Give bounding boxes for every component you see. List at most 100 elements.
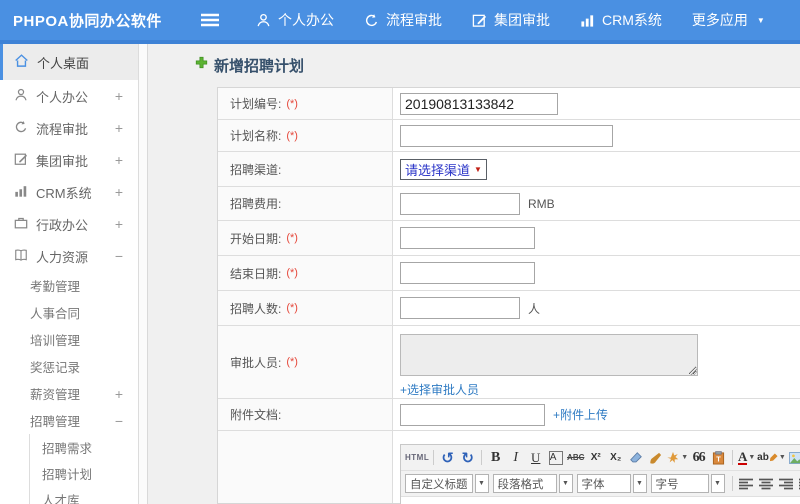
expand-toggle[interactable]: + xyxy=(115,216,123,232)
caret-down-icon[interactable]: ▼ xyxy=(474,474,489,493)
caret-down-icon: ▼ xyxy=(756,15,765,25)
sidebar-item-talent-pool[interactable]: 人才库 xyxy=(30,486,138,504)
brush-icon[interactable] xyxy=(646,448,665,468)
required-mark: (*) xyxy=(286,302,298,314)
app-logo[interactable]: PHPOA协同办公软件 xyxy=(0,10,188,31)
remove-format-button[interactable]: A xyxy=(548,450,563,465)
expand-toggle[interactable]: + xyxy=(115,88,123,104)
channel-select[interactable]: 请选择渠道 ▼ xyxy=(400,158,487,180)
highlight-color-button[interactable]: ab ▼ xyxy=(757,448,786,468)
align-left-icon[interactable] xyxy=(737,474,756,494)
paragraph-dropdown[interactable]: 段落格式 ▼ xyxy=(492,474,573,493)
align-right-icon[interactable] xyxy=(777,474,796,494)
sidebar-item-hr-contract[interactable]: 人事合同 xyxy=(0,299,138,326)
editor-content-area[interactable] xyxy=(401,497,800,504)
sidebar-splitter[interactable] xyxy=(139,44,148,504)
form-row-editor: HTML ↺ ↻ B I U A ABC X² X₂ ▼ 66 T A ▼ ab… xyxy=(218,431,800,504)
select-approver-link[interactable]: +选择审批人员 xyxy=(400,381,479,398)
approver-textarea[interactable] xyxy=(400,334,698,376)
collapse-toggle[interactable]: − xyxy=(115,248,123,264)
nav-workflow-approval[interactable]: 流程审批 xyxy=(364,10,442,30)
sidebar-item-workflow-approval[interactable]: 流程审批 + xyxy=(0,112,138,144)
caret-down-icon[interactable]: ▼ xyxy=(558,474,573,493)
expand-toggle[interactable]: + xyxy=(115,386,123,402)
start-date-label: 开始日期: xyxy=(230,231,282,246)
source-code-button[interactable]: HTML xyxy=(405,448,429,468)
form-row-start-date: 开始日期: (*) xyxy=(218,221,800,256)
sidebar-item-recruit-mgmt[interactable]: 招聘管理 − xyxy=(0,407,138,434)
bold-button[interactable]: B xyxy=(486,448,505,468)
hamburger-menu-icon[interactable] xyxy=(200,12,222,28)
form-row-plan-name: 计划名称: (*) xyxy=(218,120,800,152)
font-color-button[interactable]: A ▼ xyxy=(737,448,756,468)
channel-label: 招聘渠道: xyxy=(230,162,282,177)
sidebar-item-personal-office[interactable]: 个人办公 + xyxy=(0,80,138,112)
person-icon xyxy=(256,13,271,28)
nav-personal-office[interactable]: 个人办公 xyxy=(256,10,334,30)
underline-button[interactable]: U xyxy=(526,448,545,468)
sidebar-item-crm[interactable]: CRM系统 + xyxy=(0,176,138,208)
form-row-plan-no: 计划编号: (*) xyxy=(218,88,800,120)
plan-no-label: 计划编号: xyxy=(230,97,282,111)
sidebar-item-recruit-demand[interactable]: 招聘需求 xyxy=(30,434,138,460)
start-date-input[interactable] xyxy=(400,227,535,249)
nav-more-apps[interactable]: 更多应用 ▼ xyxy=(692,10,765,30)
undo-button[interactable]: ↺ xyxy=(438,448,457,468)
editor-row-label-cell xyxy=(218,431,393,503)
superscript-button[interactable]: X² xyxy=(586,448,605,468)
heading-dropdown[interactable]: 自定义标题 ▼ xyxy=(405,474,489,493)
upload-attachment-link[interactable]: +附件上传 xyxy=(553,406,608,423)
expand-toggle[interactable]: + xyxy=(115,120,123,136)
align-justify-icon[interactable] xyxy=(797,474,800,494)
nav-crm-system[interactable]: CRM系统 xyxy=(580,10,662,30)
caret-down-icon[interactable]: ▼ xyxy=(632,474,647,493)
expand-toggle[interactable]: + xyxy=(115,184,123,200)
end-date-input[interactable] xyxy=(400,262,535,284)
flow-icon xyxy=(364,13,379,28)
person-icon xyxy=(14,88,28,105)
editor-toolbar-row1: HTML ↺ ↻ B I U A ABC X² X₂ ▼ 66 T A ▼ ab… xyxy=(401,445,800,471)
collapse-toggle[interactable]: − xyxy=(115,413,123,429)
align-center-icon[interactable] xyxy=(757,474,776,494)
paste-icon[interactable]: T xyxy=(709,448,728,468)
sidebar-item-rewards[interactable]: 奖惩记录 xyxy=(0,353,138,380)
briefcase-icon xyxy=(14,216,28,233)
sidebar-item-desktop[interactable]: 个人桌面 xyxy=(0,44,138,80)
expand-toggle[interactable]: + xyxy=(115,152,123,168)
subscript-button[interactable]: X₂ xyxy=(606,448,625,468)
caret-down-icon[interactable]: ▼ xyxy=(710,474,725,493)
font-size-dropdown[interactable]: 字号 ▼ xyxy=(650,474,725,493)
nav-group-approval[interactable]: 集团审批 xyxy=(472,10,550,30)
headcount-input[interactable] xyxy=(400,297,520,319)
format-painter-icon[interactable]: ▼ xyxy=(666,448,688,468)
form-row-end-date: 结束日期: (*) xyxy=(218,256,800,291)
app-window: PHPOA协同办公软件 个人办公 流程审批 集团审批 CRM系统 更多应用 ▼ … xyxy=(0,0,800,504)
sidebar-item-attendance[interactable]: 考勤管理 xyxy=(0,272,138,299)
blockquote-button[interactable]: 66 xyxy=(689,448,708,468)
plan-name-input[interactable] xyxy=(400,124,613,147)
attachment-label: 附件文档: xyxy=(230,408,282,422)
sidebar-item-admin-office[interactable]: 行政办公 + xyxy=(0,208,138,240)
sidebar-item-hr[interactable]: 人力资源 − xyxy=(0,240,138,272)
rich-text-editor: HTML ↺ ↻ B I U A ABC X² X₂ ▼ 66 T A ▼ ab… xyxy=(400,444,800,504)
redo-button[interactable]: ↻ xyxy=(458,448,477,468)
required-mark: (*) xyxy=(286,232,298,244)
top-navbar: PHPOA协同办公软件 个人办公 流程审批 集团审批 CRM系统 更多应用 ▼ xyxy=(0,0,800,40)
sidebar-item-training[interactable]: 培训管理 xyxy=(0,326,138,353)
svg-text:T: T xyxy=(716,454,721,463)
select-caret-icon: ▼ xyxy=(474,164,482,174)
form-row-channel: 招聘渠道: 请选择渠道 ▼ xyxy=(218,152,800,187)
image-icon[interactable] xyxy=(787,448,800,468)
italic-button[interactable]: I xyxy=(506,448,525,468)
sidebar-item-recruit-plan[interactable]: 招聘计划 xyxy=(30,460,138,486)
attachment-input[interactable] xyxy=(400,403,545,426)
strikethrough-button[interactable]: ABC xyxy=(566,448,585,468)
sidebar-item-salary[interactable]: 薪资管理 + xyxy=(0,380,138,407)
add-icon xyxy=(195,56,208,74)
font-family-dropdown[interactable]: 字体 ▼ xyxy=(576,474,647,493)
eraser-icon[interactable] xyxy=(626,448,645,468)
form-row-fee: 招聘费用: RMB xyxy=(218,187,800,221)
plan-no-input[interactable] xyxy=(400,92,558,115)
fee-input[interactable] xyxy=(400,192,520,215)
sidebar-item-group-approval[interactable]: 集团审批 + xyxy=(0,144,138,176)
